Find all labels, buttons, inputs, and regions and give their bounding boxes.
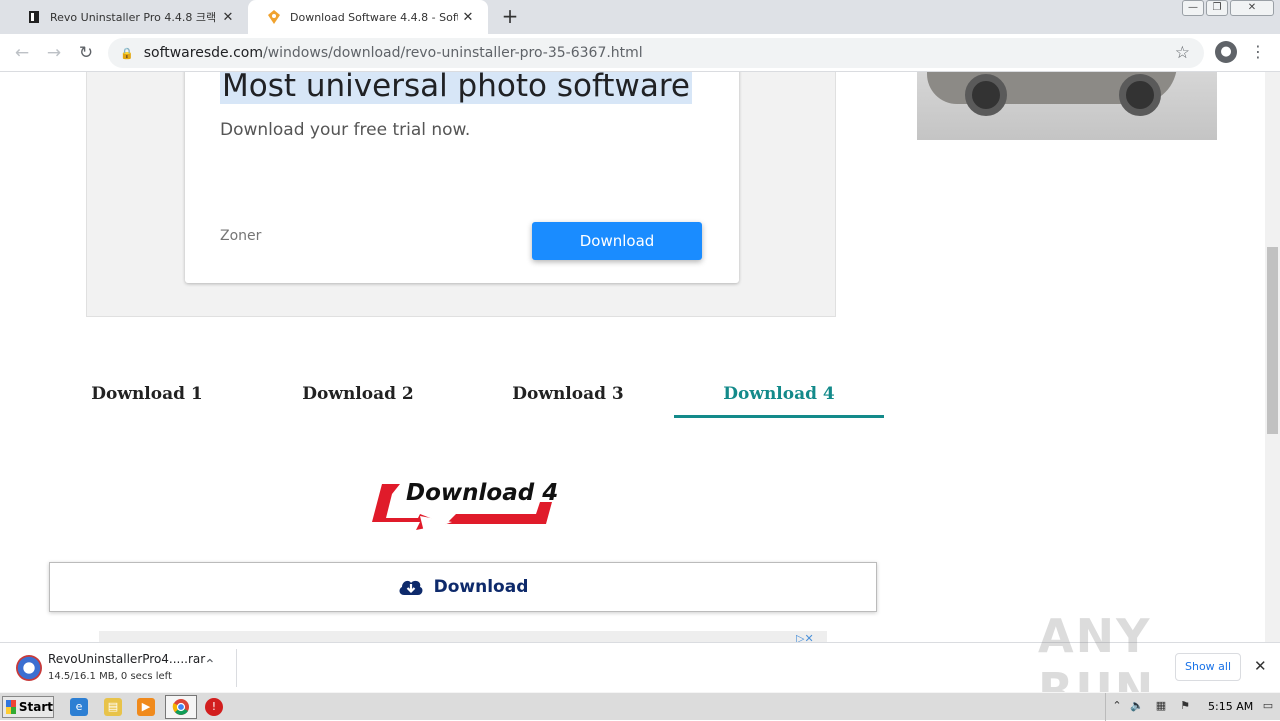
- main-download-button[interactable]: Download: [49, 562, 877, 612]
- page-scrollbar[interactable]: [1265, 72, 1280, 642]
- ad-brand: Zoner: [220, 228, 262, 244]
- reload-icon[interactable]: ↻: [74, 41, 98, 65]
- tab-strip: Revo Uninstaller Pro 4.4.8 크랙 다운 ✕ Downl…: [0, 0, 1280, 34]
- tab-download-2[interactable]: Download 2: [253, 382, 463, 418]
- internet-explorer-icon[interactable]: e: [70, 698, 88, 716]
- tab-title: Revo Uninstaller Pro 4.4.8 크랙 다운: [50, 11, 218, 24]
- tab-close-icon[interactable]: ✕: [458, 10, 478, 25]
- download-filename[interactable]: RevoUninstallerPro4.....rar: [48, 652, 205, 666]
- page-favicon-icon: [266, 9, 282, 25]
- close-shelf-icon[interactable]: ✕: [1254, 657, 1267, 675]
- network-icon[interactable]: ▦: [1154, 699, 1168, 713]
- taskbar-clock[interactable]: 5:15 AM: [1208, 700, 1253, 713]
- windows-logo-icon: [6, 700, 16, 714]
- chrome-icon: [172, 699, 189, 715]
- show-all-button[interactable]: Show all: [1175, 653, 1241, 681]
- ad-container: Most universal photo software Download y…: [86, 72, 836, 317]
- adchoices-icon[interactable]: ▷✕: [796, 632, 814, 642]
- download-4-logo-text: Download 4: [406, 480, 558, 506]
- media-player-icon[interactable]: ▶: [137, 698, 155, 716]
- ad-subtitle: Download your free trial now.: [220, 120, 471, 140]
- scrollbar-thumb[interactable]: [1267, 247, 1278, 434]
- minimize-button[interactable]: —: [1182, 0, 1204, 16]
- back-arrow-icon[interactable]: ←: [10, 41, 34, 65]
- windows-taskbar: Start e ▤ ▶ ! ⌃ 🔈 ▦ ⚑ ▭ 5:15 AM: [0, 692, 1280, 721]
- car-wheel: [965, 74, 1007, 116]
- ad-card[interactable]: Most universal photo software Download y…: [185, 72, 739, 283]
- start-button[interactable]: Start: [2, 696, 54, 718]
- window-controls: — ❐ ✕: [1182, 0, 1274, 16]
- browser-toolbar: ← → ↻ 🔒 softwaresde.com/windows/download…: [0, 34, 1280, 72]
- new-tab-button[interactable]: +: [498, 5, 522, 29]
- address-bar[interactable]: 🔒 softwaresde.com/windows/download/revo-…: [108, 38, 1204, 68]
- tab-download-1[interactable]: Download 1: [42, 382, 252, 418]
- system-tray: ⌃ 🔈 ▦ ⚑ ▭: [1105, 693, 1280, 721]
- antivirus-icon[interactable]: !: [205, 698, 223, 716]
- bottom-ad-banner[interactable]: [99, 631, 827, 642]
- close-window-button[interactable]: ✕: [1230, 0, 1274, 16]
- main-download-label: Download: [433, 577, 529, 597]
- page-favicon-icon: [26, 9, 42, 25]
- chevron-up-icon[interactable]: ⌃: [204, 657, 216, 673]
- lock-icon: 🔒: [120, 46, 134, 60]
- winrar-archive-icon: [16, 655, 42, 681]
- tab-download-3[interactable]: Download 3: [463, 382, 673, 418]
- action-center-flag-icon[interactable]: ⚑: [1178, 699, 1192, 713]
- ad-title: Most universal photo software: [220, 72, 692, 104]
- ad-download-button[interactable]: Download: [532, 222, 702, 260]
- file-explorer-icon[interactable]: ▤: [104, 698, 122, 716]
- browser-menu-icon[interactable]: ⋮: [1250, 42, 1266, 61]
- download-4-logo: Download 4: [360, 476, 570, 540]
- tray-expand-icon[interactable]: ⌃: [1110, 699, 1124, 713]
- tab-download-software[interactable]: Download Software 4.4.8 - Softwar ✕: [248, 0, 488, 34]
- chrome-taskbar-button[interactable]: [165, 695, 197, 719]
- car-ad-image[interactable]: [917, 72, 1217, 140]
- tab-close-icon[interactable]: ✕: [218, 10, 238, 25]
- car-wheel: [1119, 74, 1161, 116]
- url-host: softwaresde.com: [143, 45, 263, 61]
- start-label: Start: [18, 700, 53, 714]
- cloud-download-icon: [398, 577, 424, 597]
- profile-avatar-icon[interactable]: ●: [1215, 41, 1237, 63]
- url-path: /windows/download/revo-uninstaller-pro-3…: [262, 45, 643, 61]
- download-tabs: Download 1 Download 2 Download 3 Downloa…: [40, 382, 884, 418]
- tab-download-4[interactable]: Download 4: [674, 382, 884, 418]
- bookmark-star-icon[interactable]: ☆: [1175, 43, 1190, 63]
- volume-icon[interactable]: 🔈: [1130, 699, 1144, 713]
- show-desktop-icon[interactable]: ▭: [1261, 699, 1275, 713]
- download-shelf: RevoUninstallerPro4.....rar 14.5/16.1 MB…: [0, 609, 1280, 717]
- tab-title: Download Software 4.4.8 - Softwar: [290, 10, 458, 24]
- tab-revo-korean[interactable]: Revo Uninstaller Pro 4.4.8 크랙 다운 ✕: [8, 0, 248, 34]
- restore-button[interactable]: ❐: [1206, 0, 1228, 16]
- page-content: Most universal photo software Download y…: [0, 72, 1265, 642]
- forward-arrow-icon[interactable]: →: [42, 41, 66, 65]
- shelf-divider: [236, 649, 237, 687]
- download-status: 14.5/16.1 MB, 0 secs left: [48, 671, 172, 682]
